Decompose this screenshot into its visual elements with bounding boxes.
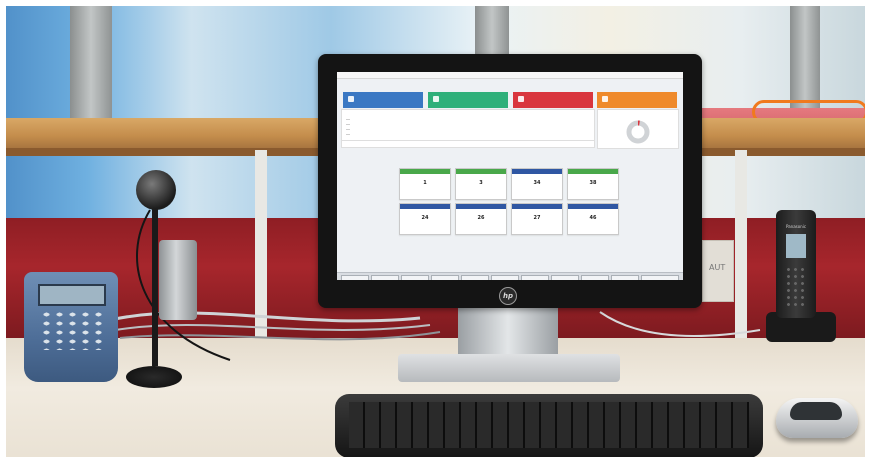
hp-logo: hp <box>499 287 517 305</box>
ban-icon <box>602 96 608 102</box>
stat-tile[interactable]: 34 <box>511 168 563 200</box>
tile-header-bar <box>456 169 506 174</box>
keyboard-keys <box>349 402 749 448</box>
tile-value: 1 <box>423 180 427 186</box>
axis-tick <box>346 124 350 125</box>
app-titlebar <box>337 72 683 79</box>
line-chart-panel <box>341 109 595 141</box>
terminal-screen <box>38 284 106 306</box>
tile-value: 38 <box>589 180 597 186</box>
tile-header-bar <box>512 204 562 209</box>
monitor-stand-base <box>398 354 620 382</box>
mouse-top <box>790 402 842 420</box>
chart-icon <box>433 96 439 102</box>
metal-cylinder <box>159 240 197 320</box>
stat-tile[interactable]: 1 <box>399 168 451 200</box>
tile-value: 24 <box>421 215 429 221</box>
tile-value: 27 <box>533 215 541 221</box>
card-4[interactable] <box>597 92 677 108</box>
tile-value: 34 <box>533 180 541 186</box>
card-payment-terminal <box>24 272 118 382</box>
stat-tile[interactable]: 46 <box>567 203 619 235</box>
taskbar-button[interactable] <box>491 275 519 280</box>
taskbar-button[interactable] <box>341 275 369 280</box>
monitor-screen: 1 3 34 38 24 26 27 46 <box>337 72 683 280</box>
taskbar-button[interactable] <box>401 275 429 280</box>
taskbar-button[interactable] <box>461 275 489 280</box>
photo-scene: AUT hp 1 3 34 38 24 26 27 46 Panasonic <box>0 0 871 463</box>
app-taskbar <box>337 272 683 280</box>
scanner-stem <box>152 206 158 366</box>
taskbar-button[interactable] <box>611 275 639 280</box>
taskbar-button[interactable] <box>581 275 609 280</box>
keyboard <box>335 394 763 458</box>
taskbar-button[interactable] <box>431 275 459 280</box>
barcode-scanner-head <box>136 170 176 210</box>
stat-tile[interactable]: 3 <box>455 168 507 200</box>
computer-mouse <box>776 398 858 438</box>
phone-keypad <box>785 266 807 310</box>
tile-header-bar <box>400 169 450 174</box>
terminal-keypad <box>40 310 102 350</box>
axis-tick <box>346 119 350 120</box>
lock-icon <box>348 96 354 102</box>
alert-icon <box>518 96 524 102</box>
tile-header-bar <box>568 204 618 209</box>
tile-header-bar <box>400 204 450 209</box>
tile-value: 26 <box>477 215 485 221</box>
taskbar-clock[interactable] <box>641 275 679 280</box>
chart-axis-labels <box>341 140 595 148</box>
tile-value: 3 <box>479 180 483 186</box>
scanner-base <box>126 366 182 388</box>
taskbar-button[interactable] <box>371 275 399 280</box>
stat-tile[interactable]: 26 <box>455 203 507 235</box>
axis-tick <box>346 134 350 135</box>
donut-chart-panel <box>597 109 679 149</box>
axis-tick <box>346 129 350 130</box>
phone-brand: Panasonic <box>785 224 807 229</box>
card-1[interactable] <box>343 92 423 108</box>
taskbar-button[interactable] <box>551 275 579 280</box>
tile-header-bar <box>456 204 506 209</box>
taskbar-button[interactable] <box>521 275 549 280</box>
monitor-stand-neck <box>458 306 558 358</box>
tile-header-bar <box>568 169 618 174</box>
tile-value: 46 <box>589 215 597 221</box>
donut-chart <box>626 120 650 144</box>
cordless-phone: Panasonic <box>776 210 816 318</box>
tile-header-bar <box>512 169 562 174</box>
card-2[interactable] <box>428 92 508 108</box>
stat-tile[interactable]: 27 <box>511 203 563 235</box>
phone-display <box>786 234 806 258</box>
stat-tile[interactable]: 24 <box>399 203 451 235</box>
card-3[interactable] <box>513 92 593 108</box>
stat-tile[interactable]: 38 <box>567 168 619 200</box>
